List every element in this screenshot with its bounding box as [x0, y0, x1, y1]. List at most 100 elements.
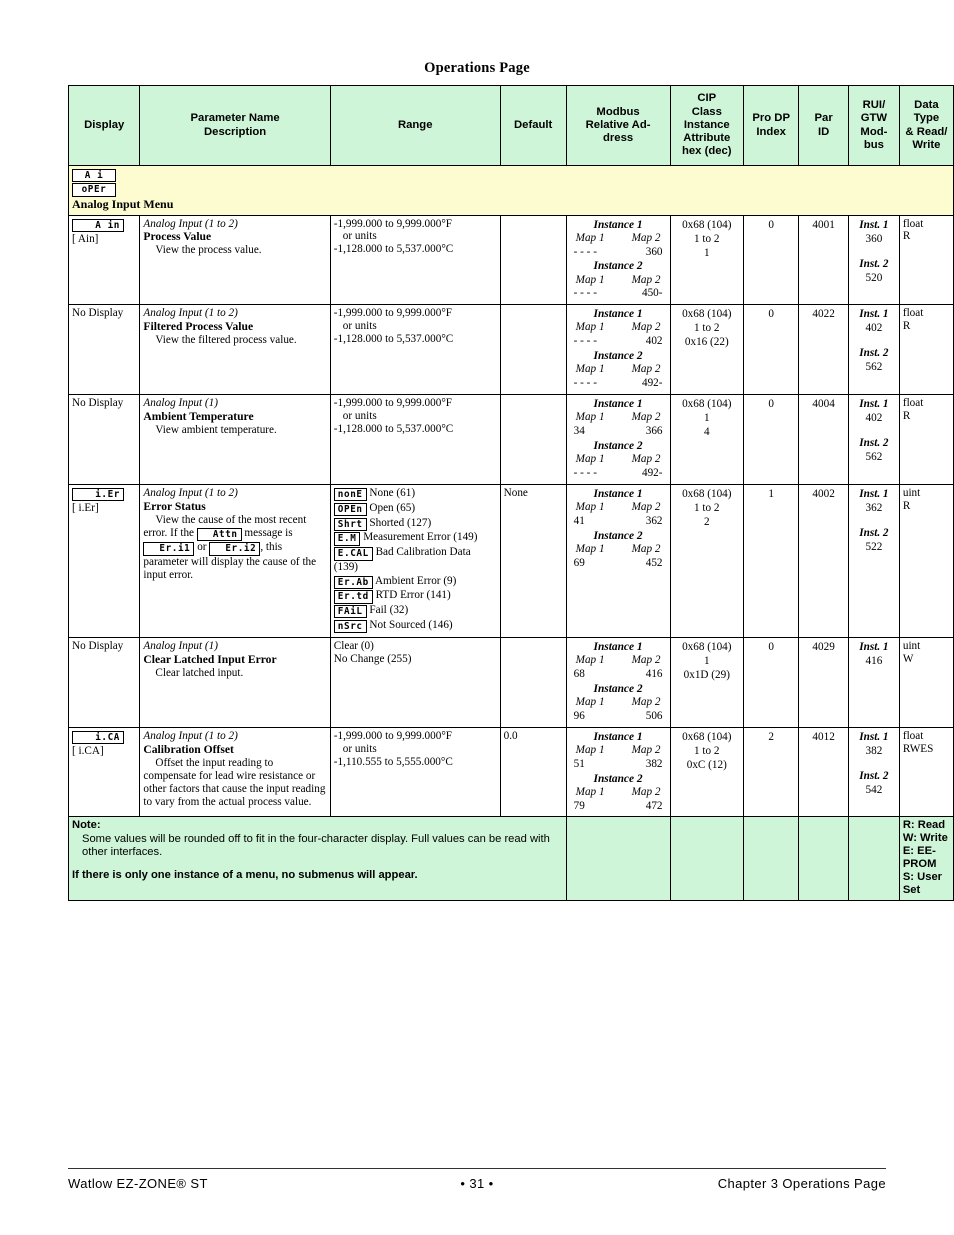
parameter-description: View the cause of the most recent error.… [143, 514, 317, 581]
cell-rui-gtw-modbus: Inst. 1 382 Inst. 2 542 [848, 726, 900, 818]
rui-instance-2-label: Inst. 2 [859, 769, 889, 782]
column-header-display: Display [67, 85, 141, 166]
cell-par-id: 4004 [798, 394, 849, 486]
cell-default [499, 394, 567, 486]
column-header-cip: CIP Class Instance Attribute hex (dec) [669, 85, 745, 166]
modbus-instance-2-label: Instance 2 [593, 350, 643, 363]
cell-data-type: float R [898, 394, 954, 486]
parameter-description: View the process value. [155, 244, 262, 257]
menu-section-cell: A i oPEr Analog Input Menu [68, 165, 954, 216]
modbus-instance-2-label: Instance 2 [593, 440, 643, 453]
cell-parameter: Analog Input (1 to 2) Calibration Offset O… [139, 726, 331, 818]
cell-data-type: uint W [898, 636, 954, 728]
parameter-name: Process Value [143, 230, 212, 244]
footer-product-name: Watlow EZ-ZONE® ST [68, 1176, 208, 1191]
note-cell: Note: Some values will be rounded off to … [68, 816, 567, 902]
modbus-map-header: Map 1 Map 2 [575, 501, 661, 514]
cell-cip: 0x68 (104) 1 to 22 [669, 484, 745, 638]
cip-line: 0x16 (22) [684, 336, 729, 349]
footer-chapter: Chapter 3 Operations Page [717, 1176, 886, 1191]
menu-seg-top: A i [72, 168, 950, 183]
column-header-default: Default [499, 85, 567, 166]
cell-par-id: 4012 [798, 726, 849, 818]
cell-profibus-index: 1 [743, 484, 800, 638]
legend-item: S: User Set [902, 871, 943, 897]
seg-display-glyph: FAiL [333, 605, 367, 619]
profibus-index-value: 1 [768, 488, 774, 501]
menu-title: Analog Input Menu [72, 196, 174, 211]
cell-profibus-index: 0 [743, 394, 800, 486]
rui-instance-1-value: 402 [865, 412, 883, 425]
modbus-map-header-2: Map 1 Map 2 [575, 785, 661, 798]
modbus-instance-1-values: 41 362 [573, 515, 663, 528]
column-header-data-type: Data Type & Read/ Write [898, 85, 954, 166]
range-option: OPEn Open (65) [333, 502, 497, 517]
cell-data-type: uint R [898, 484, 954, 638]
data-type-value: float [902, 729, 924, 742]
cip-line: 1 to 2 [694, 502, 720, 515]
cell-cip: 0x68 (104) 1 to 2 0x16 (22) [669, 304, 745, 396]
data-type-value: uint [902, 639, 921, 652]
modbus-instance-2-values: 79 472 [573, 799, 663, 812]
modbus-map-header: Map 1 Map 2 [575, 743, 661, 756]
range-option: E.M Measurement Error (149) [333, 531, 497, 546]
cip-line: 1 to 2 [694, 232, 720, 245]
cell-range: -1,999.000 to 9,999.000°F or units -1,110.… [329, 726, 501, 818]
parameter-description: View the filtered process value. [155, 334, 297, 347]
cell-modbus-address: Instance 1 Map 1 Map 2 68 416 Instance 2 Map 1… [565, 636, 671, 728]
cell-display: No Display [67, 304, 141, 396]
page-title: Operations Page [424, 60, 530, 76]
seg-display-glyph: nonE [333, 488, 367, 502]
parameter-name: Clear Latched Input Error [143, 652, 277, 666]
column-header-rui-gtw-modbus: RUI/ GTW Mod- bus [848, 85, 900, 166]
modbus-map-header-2: Map 1 Map 2 [575, 453, 661, 466]
cip-line: 0x68 (104) [682, 308, 732, 321]
modbus-map-header: Map 1 Map 2 [575, 231, 661, 244]
column-header-parameter-name: Parameter Name Description [139, 85, 331, 166]
rui-instance-1-value: 360 [865, 232, 883, 245]
data-type-access: R [902, 500, 911, 513]
cell-default [499, 636, 567, 728]
modbus-instance-1-values: 51 382 [573, 757, 663, 770]
note-row: Note: Some values will be rounded off to … [68, 816, 954, 902]
seg-display-glyph: i.Er [72, 488, 124, 502]
cell-modbus-address: Instance 1 Map 1 Map 2 41 362 Instance 2 Map 1… [565, 484, 671, 638]
column-header-profibus-index: Pro DP Index [743, 85, 800, 166]
rui-instance-1-value: 416 [865, 654, 883, 667]
cell-profibus-index: 2 [743, 726, 800, 818]
cell-display: i.Er[ i.Er] [67, 484, 141, 638]
modbus-map-header: Map 1 Map 2 [575, 321, 661, 334]
range-option: E.CAL Bad Calibration Data (139) [333, 546, 471, 573]
rui-instance-2-value: 542 [865, 783, 883, 796]
range-line: -1,999.000 to 9,999.000°F [333, 729, 453, 742]
table-header-row: Display Parameter Name Description Range… [67, 85, 954, 166]
seg-display-glyph: Attn [196, 527, 242, 542]
range-line: Clear (0) [333, 639, 374, 652]
modbus-instance-2-values: 69 452 [573, 556, 663, 569]
seg-display-glyph: Er.td [333, 590, 373, 604]
data-type-access: R [902, 410, 911, 423]
display-no-display-label: No Display [72, 397, 124, 410]
footer-divider [68, 1168, 886, 1169]
cell-default: None [499, 484, 567, 638]
table-row: No Display Analog Input (1 to 2) Filtered … [67, 304, 954, 396]
note-footer: If there is only one instance of a menu,… [72, 869, 418, 882]
rui-instance-2-label: Inst. 2 [859, 437, 889, 450]
cell-par-id: 4001 [798, 214, 849, 306]
parameter-name: Ambient Temperature [143, 410, 254, 424]
seg-display-glyph: Er.i2 [209, 542, 261, 556]
legend-cell: R: Read W: Write E: EE-PROM S: User Set [898, 816, 954, 902]
page-footer: Watlow EZ-ZONE® ST • 31 • Chapter 3 Oper… [68, 1176, 886, 1191]
cell-par-id: 4029 [798, 636, 849, 728]
cell-parameter: Analog Input (1 to 2) Filtered Process Va… [139, 304, 331, 396]
cell-data-type: float R [898, 304, 954, 396]
note-blank-prodp [743, 816, 800, 902]
cell-rui-gtw-modbus: Inst. 1 360 Inst. 2 520 [848, 214, 900, 306]
rui-instance-1-value: 382 [865, 744, 883, 757]
note-blank-modbus [565, 816, 671, 902]
seg-display-glyph: E.CAL [333, 547, 373, 561]
cell-default: 0.0 [499, 726, 567, 818]
display-no-display-label: No Display [72, 307, 124, 320]
cell-range: -1,999.000 to 9,999.000°F or units -1,128.… [329, 394, 501, 486]
cell-cip: 0x68 (104) 1 4 [669, 394, 745, 486]
